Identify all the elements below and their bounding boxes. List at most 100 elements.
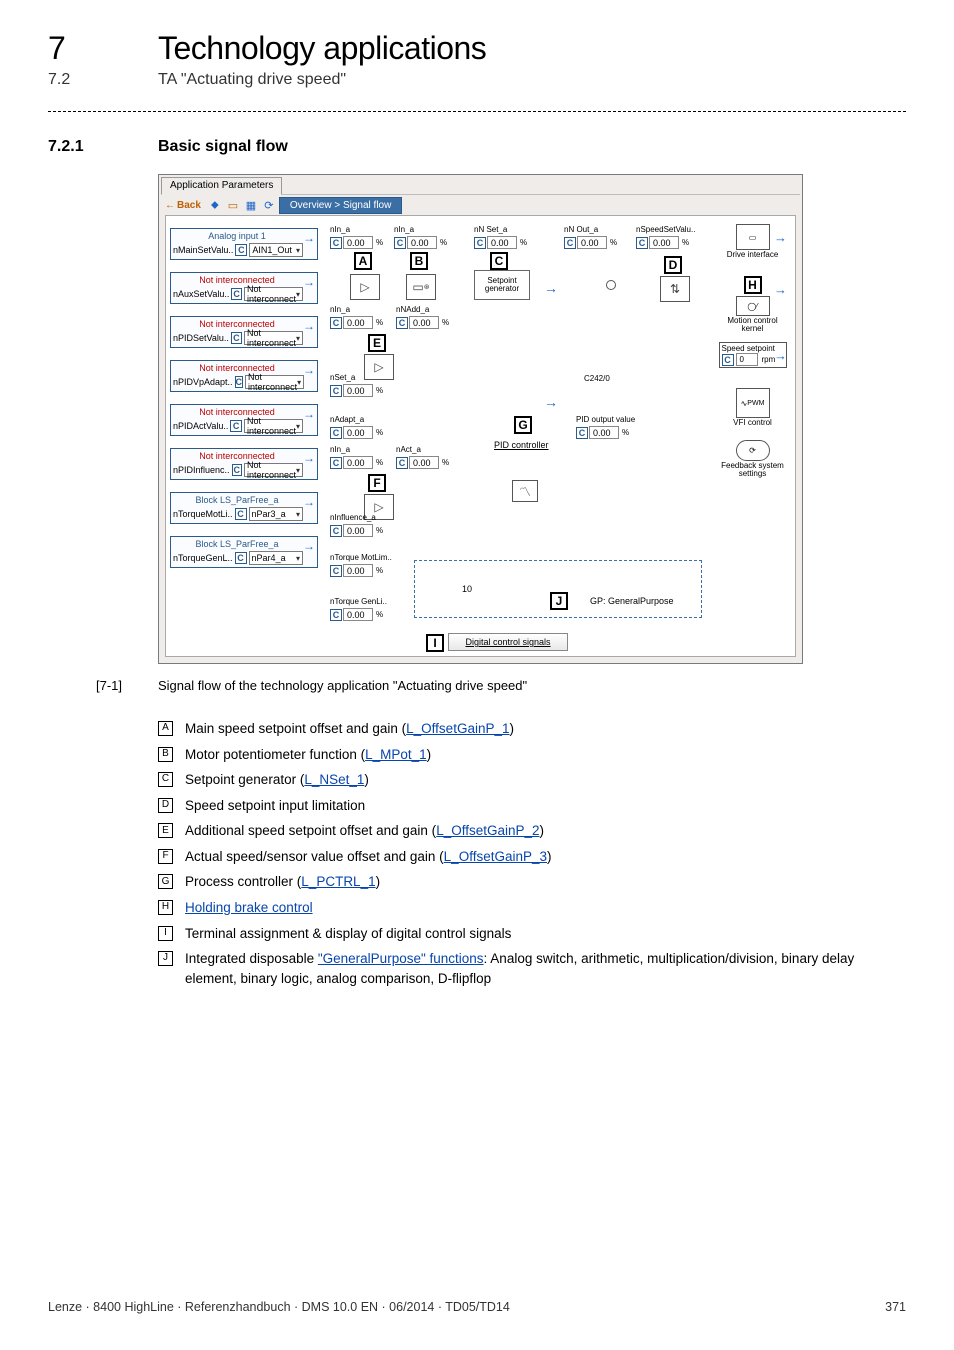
port-dropdown[interactable]: Not interconnect <box>244 463 303 477</box>
input-ports-column: Analog input 1→nMainSetValu..CAIN1_Out No… <box>170 228 320 580</box>
arrow-right-icon: → <box>303 363 315 377</box>
value-tag: nIn_aC0.00% <box>394 236 447 249</box>
legend-link[interactable]: L_NSet_1 <box>304 772 364 787</box>
legend-link[interactable]: "GeneralPurpose" functions <box>318 951 484 966</box>
arrow-right-icon: → <box>303 539 315 553</box>
port-param: nTorqueMotLi.. <box>173 509 233 519</box>
arrow-right-icon: → <box>303 319 315 333</box>
c-badge: C <box>235 552 247 564</box>
figure-number: [7-1] <box>96 678 142 693</box>
arrow-right-icon: → <box>303 231 315 245</box>
gain-block-e[interactable]: ▷ <box>364 354 394 380</box>
port-dropdown[interactable]: Not interconnect <box>244 419 303 433</box>
flow-arrow-icon: → <box>544 394 558 410</box>
legend-link[interactable]: L_OffsetGainP_1 <box>406 721 509 736</box>
layout-icon[interactable]: ▭ <box>225 198 241 214</box>
port-param: nPIDSetValu.. <box>173 333 229 343</box>
port-param: nPIDVpAdapt.. <box>173 377 233 387</box>
marker-j: J <box>550 592 568 610</box>
input-port[interactable]: Not interconnected→nPIDSetValu..CNot int… <box>170 316 318 348</box>
breadcrumb[interactable]: Overview > Signal flow <box>279 197 402 214</box>
port-param: nTorqueGenL.. <box>173 553 233 563</box>
value-tag: nN Set_aC0.00% <box>474 236 527 249</box>
legend-item: CSetpoint generator (L_NSet_1) <box>158 770 906 790</box>
input-port[interactable]: Not interconnected→nAuxSetValu..CNot int… <box>170 272 318 304</box>
c-badge: C <box>235 508 247 520</box>
marker-c: C <box>490 252 508 270</box>
legend-item: EAdditional speed setpoint offset and ga… <box>158 821 906 841</box>
legend-item: DSpeed setpoint input limitation <box>158 796 906 816</box>
setpoint-generator-box[interactable]: Setpoint generator <box>474 270 530 300</box>
legend-link[interactable]: L_OffsetGainP_3 <box>444 849 547 864</box>
port-dropdown[interactable]: nPar4_a <box>249 551 303 565</box>
value-pidout: PID output valueC0.00% <box>576 426 629 439</box>
input-port[interactable]: Block LS_ParFree_a→nTorqueGenL..CnPar4_a <box>170 536 318 568</box>
divider <box>48 111 906 112</box>
legend-item: GProcess controller (L_PCTRL_1) <box>158 872 906 892</box>
value-tag: nSpeedSetValu..C0.00% <box>636 236 689 249</box>
legend-list: A Main speed setpoint offset and gain (L_… <box>48 719 906 988</box>
c-badge: C <box>231 332 242 344</box>
mpot-block[interactable]: ▭⊛ <box>406 274 436 300</box>
speed-setpoint-module[interactable]: → Speed setpoint C0rpm <box>716 342 789 382</box>
grid-icon[interactable]: ▦ <box>243 198 259 214</box>
input-port[interactable]: Block LS_ParFree_a→nTorqueMotLi..CnPar3_… <box>170 492 318 524</box>
vfi-control-module[interactable]: ∿PWMVFI control <box>716 388 789 434</box>
marker-a: A <box>354 252 372 270</box>
legend-marker: A <box>158 721 173 736</box>
legend-text: Actual speed/sensor value offset and gai… <box>185 847 906 867</box>
mck-module[interactable]: → H ◯⁄Motion control kernel <box>716 276 789 336</box>
legend-link[interactable]: Holding brake control <box>185 900 313 915</box>
digital-signals-button[interactable]: Digital control signals <box>448 633 568 651</box>
right-modules-column: →▭Drive interface → H ◯⁄Motion control k… <box>716 224 791 484</box>
legend-text: Main speed setpoint offset and gain (L_O… <box>185 719 906 739</box>
legend-item: A Main speed setpoint offset and gain (L_… <box>158 719 906 739</box>
sum-node <box>606 280 616 290</box>
scope-block[interactable]: 〽 <box>512 480 538 502</box>
port-dropdown[interactable]: Not interconnect <box>244 331 303 345</box>
legend-text: Integrated disposable "GeneralPurpose" f… <box>185 949 906 988</box>
port-dropdown[interactable]: AIN1_Out <box>249 243 303 257</box>
tab-app-parameters[interactable]: Application Parameters <box>161 177 282 195</box>
legend-item: J Integrated disposable "GeneralPurpose" … <box>158 949 906 988</box>
feedback-module[interactable]: ⟳Feedback system settings <box>716 440 789 478</box>
arrow-right-icon: → <box>303 407 315 421</box>
port-label: Analog input 1 <box>171 231 303 241</box>
c-badge: C <box>230 420 242 432</box>
drive-interface-module[interactable]: →▭Drive interface <box>716 224 789 270</box>
arrow-right-icon: → <box>303 275 315 289</box>
legend-link[interactable]: L_PCTRL_1 <box>301 874 375 889</box>
subsection-number: 7.2.1 <box>48 138 158 156</box>
nav-icon[interactable]: ⬥ <box>207 198 223 214</box>
port-dropdown[interactable]: Not interconnect <box>245 375 304 389</box>
value-tag: nIn_aC0.00% <box>330 236 383 249</box>
value-nnadd: nNAdd_aC0.00% <box>396 316 449 329</box>
input-port[interactable]: Analog input 1→nMainSetValu..CAIN1_Out <box>170 228 318 260</box>
footer-page: 371 <box>885 1300 906 1314</box>
marker-d: D <box>664 256 682 274</box>
c-badge: C <box>235 244 247 256</box>
legend-marker: D <box>158 798 173 813</box>
pid-controller-link[interactable]: PID controller <box>494 440 549 450</box>
legend-link[interactable]: L_MPot_1 <box>365 747 427 762</box>
legend-marker: H <box>158 900 173 915</box>
chapter-title: Technology applications <box>158 30 486 67</box>
subsection-title: Basic signal flow <box>158 138 288 156</box>
value-ntorquegen: nTorque GenLi..C0.00% <box>330 608 383 621</box>
gain-block-a[interactable]: ▷ <box>350 274 380 300</box>
limit-block[interactable]: ⇅ <box>660 276 690 302</box>
port-dropdown[interactable]: nPar3_a <box>249 507 303 521</box>
signal-canvas[interactable]: Analog input 1→nMainSetValu..CAIN1_Out No… <box>165 215 796 657</box>
legend-marker: J <box>158 951 173 966</box>
legend-marker: E <box>158 823 173 838</box>
input-port[interactable]: Not interconnected→nPIDActValu..CNot int… <box>170 404 318 436</box>
input-port[interactable]: Not interconnected→nPIDInfluenc..CNot in… <box>170 448 318 480</box>
value-ninfluence: nInfluence_aC0.00% <box>330 524 383 537</box>
legend-link[interactable]: L_OffsetGainP_2 <box>436 823 539 838</box>
port-dropdown[interactable]: Not interconnect <box>244 287 303 301</box>
input-port[interactable]: Not interconnected→nPIDVpAdapt..CNot int… <box>170 360 318 392</box>
value-nadapt: nAdapt_aC0.00% <box>330 426 383 439</box>
refresh-icon[interactable]: ⟳ <box>261 198 277 214</box>
back-button[interactable]: ← Back <box>161 200 205 211</box>
legend-item: FActual speed/sensor value offset and ga… <box>158 847 906 867</box>
